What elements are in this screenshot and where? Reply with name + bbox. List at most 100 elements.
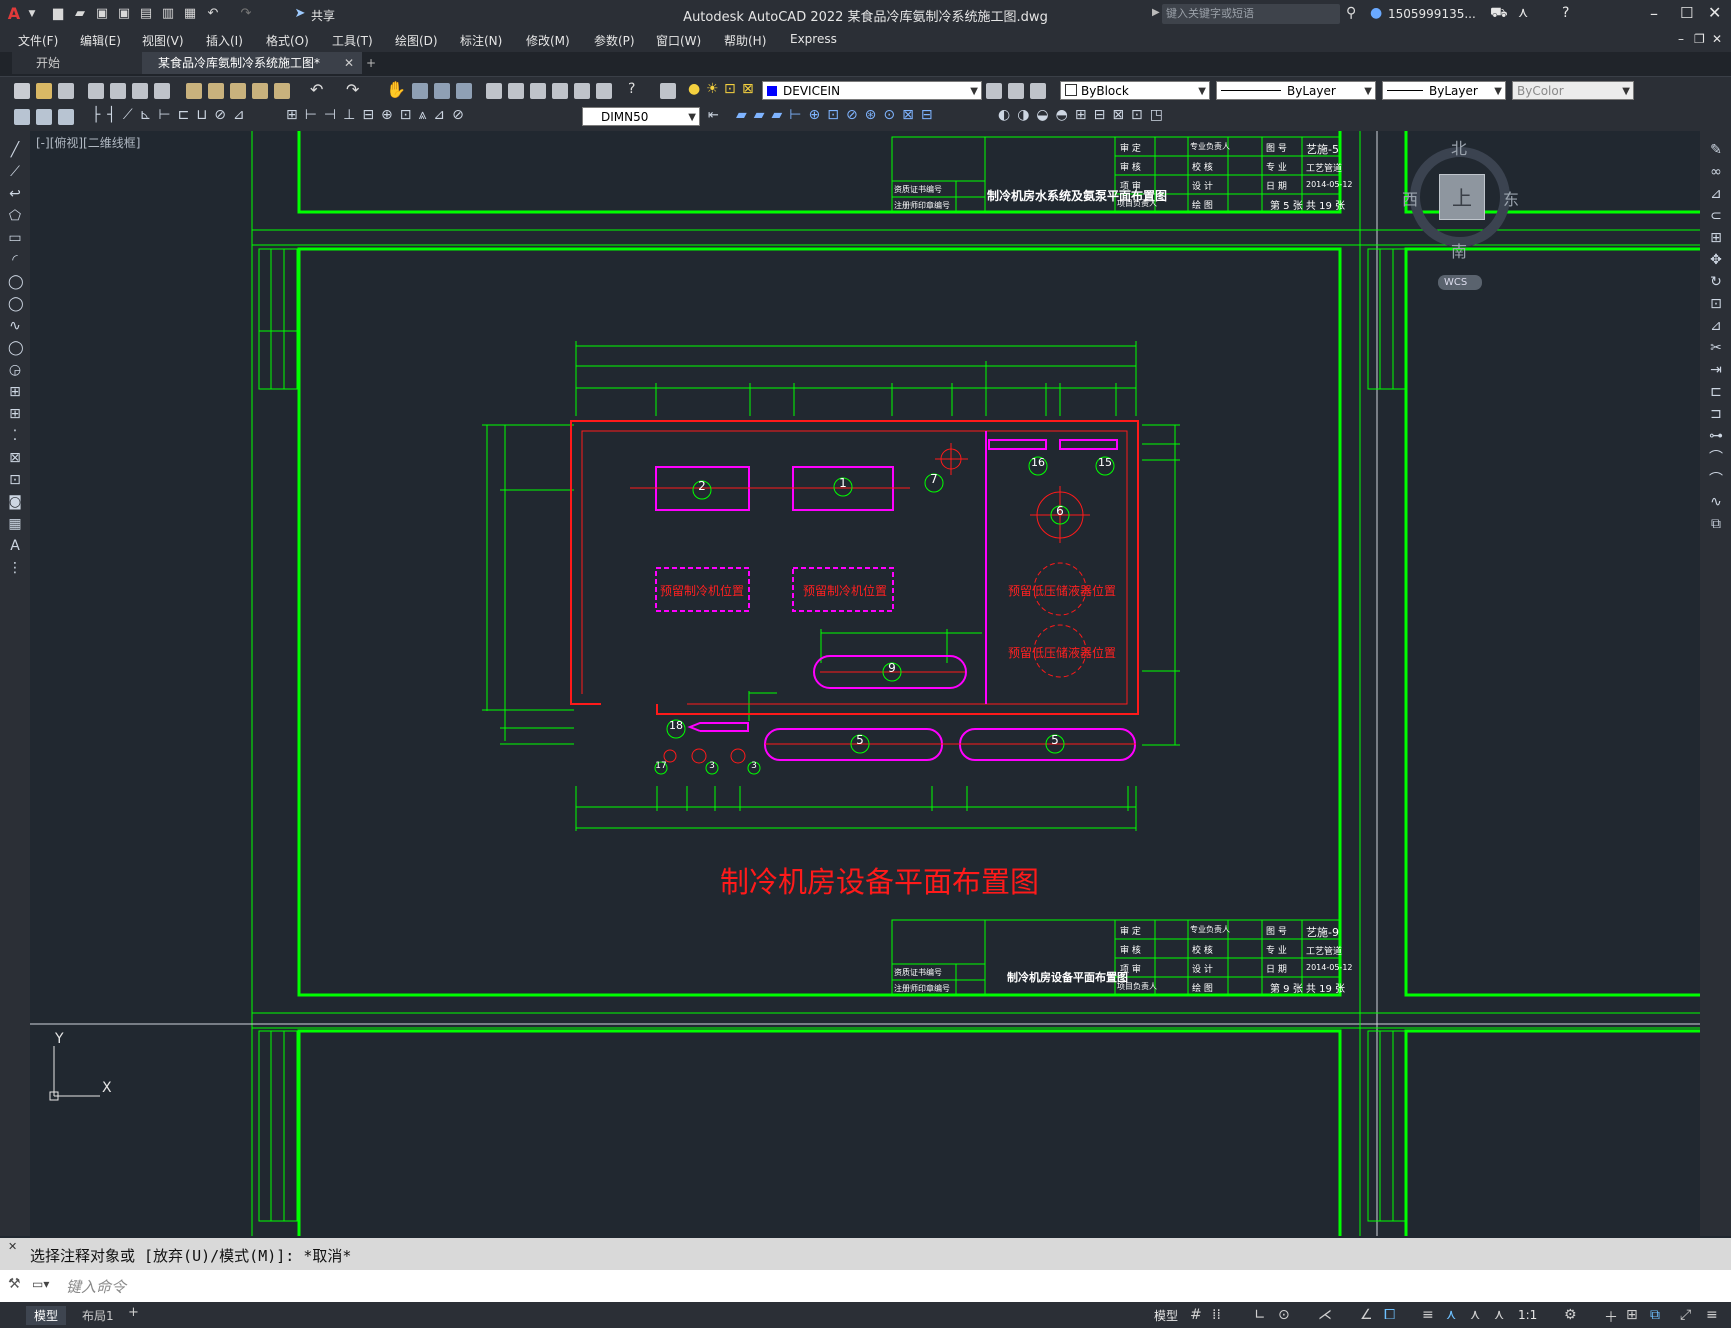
layout-tab-layout1[interactable]: 布局1	[74, 1306, 122, 1325]
dim-update-icon[interactable]: ⇤	[708, 108, 719, 123]
menu-modify[interactable]: 修改(M)	[526, 32, 570, 49]
copy-icon[interactable]	[208, 83, 224, 99]
autodesk-a360-icon[interactable]: ⋏	[1518, 5, 1528, 21]
layer-previous-icon[interactable]	[1008, 83, 1024, 99]
polar-icon[interactable]: ⊙	[1278, 1307, 1290, 1323]
gear-icon[interactable]: ⚙	[1564, 1307, 1577, 1323]
layer-lock-icon[interactable]: ⊡	[724, 81, 736, 97]
draw-tool-icons[interactable]: ╱ ⟋ ↩ ⬠ ▭ ◜ ◯ ◯ ∿ ◯ ◶ ⊞ ⊞ ⁚ ⊠ ⊡ ◙ ▦ A ⋮	[8, 139, 24, 579]
minimize-icon[interactable]: –	[1650, 4, 1658, 23]
sheet-set-icon[interactable]	[552, 83, 568, 99]
zoom-realtime-icon[interactable]	[412, 83, 428, 99]
layer-on-icon[interactable]: ●	[688, 81, 700, 97]
undo-toolbar-icon[interactable]: ↶	[310, 80, 323, 99]
osnap-icon[interactable]: ∠	[1360, 1307, 1373, 1323]
doc-minimize-icon[interactable]: –	[1678, 32, 1684, 46]
doc-restore-icon[interactable]: ❐	[1694, 32, 1705, 46]
annotation-scale[interactable]: 1:1	[1518, 1308, 1537, 1322]
compass-east[interactable]: 东	[1503, 186, 1519, 210]
dimstyle-dropdown[interactable]: DIMN50 ▼	[582, 107, 700, 126]
modify-tool-icons[interactable]: ✎ ∞ ⊿ ⊂ ⊞ ✥ ↻ ⊡ ⊿ ✂ ⇥ ⊏ ⊐ ⊶ ⌒ ⌒ ∿ ⧉	[1708, 139, 1724, 535]
compass-north[interactable]: 北	[1451, 135, 1467, 159]
menu-window[interactable]: 窗口(W)	[656, 32, 701, 49]
doc-close-icon[interactable]: ✕	[1712, 32, 1722, 46]
qnew-icon[interactable]	[14, 83, 30, 99]
zoom-previous-icon[interactable]	[456, 83, 472, 99]
menu-file[interactable]: 文件(F)	[18, 32, 58, 49]
menu-draw[interactable]: 绘图(D)	[395, 32, 438, 49]
design-center-icon[interactable]	[508, 83, 524, 99]
add-layout-button[interactable]: +	[128, 1305, 139, 1320]
cart-icon[interactable]: ⛟	[1490, 5, 1508, 23]
3d-print-icon[interactable]	[154, 83, 170, 99]
quick-properties-icon[interactable]: ⧉	[1650, 1307, 1660, 1323]
matchprop-icon[interactable]	[252, 83, 268, 99]
units-icon[interactable]: ⊞	[1626, 1307, 1638, 1323]
view-tools[interactable]: ◐◑◒◓⊞⊟⊠⊡◳	[998, 107, 1170, 123]
tab-document[interactable]: 某食品冷库氨制冷系统施工图* ✕	[142, 52, 362, 74]
autoscale-icon[interactable]: ⋏	[1470, 1307, 1480, 1323]
properties-icon[interactable]	[486, 83, 502, 99]
close-tab-icon[interactable]: ✕	[344, 52, 354, 74]
user-icon[interactable]: ●	[1370, 5, 1382, 21]
snap-icon[interactable]: ⁞⁞	[1212, 1307, 1221, 1323]
close-icon[interactable]: ✕	[8, 1240, 17, 1253]
help-icon[interactable]: ?	[1562, 5, 1569, 21]
menu-view[interactable]: 视图(V)	[142, 32, 184, 49]
plotstyle-dropdown[interactable]: ByColor ▼	[1512, 81, 1634, 100]
annotation-monitor-icon[interactable]: ＋	[1604, 1307, 1618, 1327]
pan-icon[interactable]: ✋	[386, 80, 406, 99]
search-input[interactable]: 键入关键字或短语	[1162, 4, 1340, 24]
layer-properties-icon[interactable]	[660, 83, 676, 99]
zoom-window-icon[interactable]	[434, 83, 450, 99]
annotation-visibility-icon[interactable]: ⋏	[1446, 1307, 1456, 1323]
menu-express[interactable]: Express	[790, 32, 837, 46]
maximize-icon[interactable]: ☐	[1680, 4, 1693, 22]
model-space-canvas[interactable]: [-][俯视][二维线框] 2 1 7 16 15 6 9 18 5 5 17 …	[30, 131, 1700, 1236]
layout-tab-model[interactable]: 模型	[26, 1306, 67, 1325]
compass-south[interactable]: 南	[1451, 238, 1467, 262]
compass-west[interactable]: 西	[1402, 186, 1418, 210]
plot-file-icon[interactable]	[88, 83, 104, 99]
menu-tools[interactable]: 工具(T)	[332, 32, 373, 49]
command-input[interactable]: 键入命令	[66, 1276, 126, 1297]
match-layer-icon[interactable]	[14, 109, 30, 125]
annotation-scale-icon[interactable]: ⋏	[1494, 1307, 1504, 1323]
layer-dropdown[interactable]: DEVICEIN ▼	[762, 81, 982, 100]
color-dropdown[interactable]: ByBlock ▼	[1060, 81, 1210, 100]
lineweight-icon[interactable]: ≡	[1422, 1307, 1434, 1323]
cut-icon[interactable]	[186, 83, 202, 99]
user-name[interactable]: 1505999135...	[1388, 7, 1476, 21]
layer-isolate-icon[interactable]	[36, 109, 52, 125]
menu-help[interactable]: 帮助(H)	[724, 32, 766, 49]
menu-format[interactable]: 格式(O)	[266, 32, 309, 49]
menu-insert[interactable]: 插入(I)	[206, 32, 243, 49]
command-recent-icon[interactable]: ▭▾	[32, 1277, 49, 1291]
layer-plot-icon[interactable]: ⊠	[742, 81, 754, 97]
dimension-tools-2[interactable]: ⊞⊢⊣⊥⊟⊕⊡⩓⊿⊘	[286, 107, 471, 123]
customize-icon[interactable]: ≡	[1706, 1307, 1718, 1323]
wrench-icon[interactable]: ⚒	[8, 1276, 21, 1292]
menu-parametric[interactable]: 参数(P)	[594, 32, 635, 49]
make-current-layer-icon[interactable]	[986, 83, 1002, 99]
linetype-dropdown[interactable]: ByLayer ▼	[1216, 81, 1376, 100]
wcs-menu[interactable]: WCS	[1438, 275, 1482, 290]
menu-edit[interactable]: 编辑(E)	[80, 32, 121, 49]
fullscreen-icon[interactable]: ⤢	[1680, 1307, 1691, 1323]
tool-palettes-icon[interactable]	[530, 83, 546, 99]
save-file-icon[interactable]	[58, 83, 74, 99]
menu-dimension[interactable]: 标注(N)	[460, 32, 502, 49]
new-tab-button[interactable]: +	[356, 52, 392, 74]
grid-icon[interactable]: #	[1190, 1307, 1202, 1323]
modify-tools[interactable]: ▰▰▰⊢⊕⊡⊘⊛⊙⊠⊟	[736, 107, 940, 123]
block-editor-icon[interactable]	[274, 83, 290, 99]
help-toolbar-icon[interactable]: ?	[628, 81, 635, 97]
layer-freeze-icon[interactable]: ☀	[706, 81, 719, 97]
open-file-icon[interactable]	[36, 83, 52, 99]
osnap-track-icon[interactable]: ⧠	[1384, 1307, 1395, 1323]
layer-state-icon[interactable]	[1030, 83, 1046, 99]
model-space-toggle[interactable]: 模型	[1154, 1307, 1178, 1324]
chevron-right-icon[interactable]: ▶	[1152, 7, 1160, 18]
redo-toolbar-icon[interactable]: ↷	[346, 80, 359, 99]
close-icon[interactable]: ✕	[1708, 3, 1721, 22]
